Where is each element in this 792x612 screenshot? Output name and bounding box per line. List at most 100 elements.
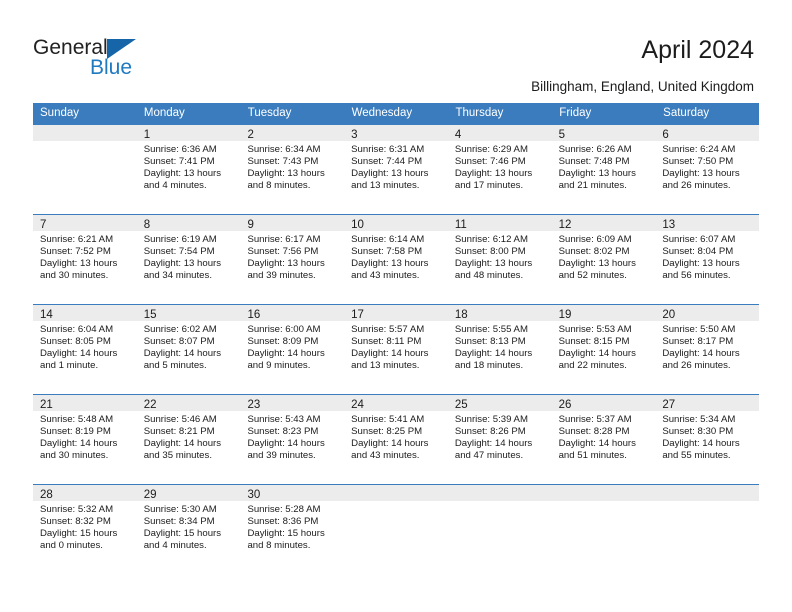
daylight-text-line2: and 35 minutes.: [143, 450, 212, 462]
day-number: 25: [454, 399, 468, 411]
day-number: 15: [143, 309, 157, 321]
daylight-text-line2: and 8 minutes.: [247, 180, 311, 192]
sunrise-text: Sunrise: 6:17 AM: [247, 234, 321, 245]
day-cell[interactable]: 15 Sunrise: 6:02 AM Sunset: 8:07 PM Dayl…: [136, 305, 241, 394]
day-cell[interactable]: 3 Sunrise: 6:31 AM Sunset: 7:44 PM Dayli…: [344, 125, 448, 214]
daylight-text-line2: and 30 minutes.: [40, 450, 109, 462]
daylight-text-line2: and 26 minutes.: [662, 360, 731, 372]
day-number: 8: [143, 219, 151, 231]
sunset-text: Sunset: 7:54 PM: [143, 246, 215, 258]
daylight-text-line1: Daylight: 14 hours: [247, 438, 325, 450]
sunrise-text: Sunrise: 5:39 AM: [454, 414, 528, 425]
sunset-text: Sunset: 8:15 PM: [558, 336, 630, 348]
day-number: 3: [351, 129, 358, 141]
daylight-text-line1: Daylight: 14 hours: [662, 438, 740, 450]
sunrise-text: Sunrise: 5:53 AM: [558, 324, 632, 335]
daylight-text-line2: and 47 minutes.: [454, 450, 524, 462]
sunrise-text: Sunrise: 6:24 AM: [662, 144, 736, 155]
daylight-text-line1: Daylight: 13 hours: [454, 168, 533, 180]
day-cell[interactable]: 17 Sunrise: 5:57 AM Sunset: 8:11 PM Dayl…: [344, 305, 448, 394]
daylight-text-line1: Daylight: 13 hours: [247, 168, 325, 180]
day-cell[interactable]: 5 Sunrise: 6:26 AM Sunset: 7:48 PM Dayli…: [551, 125, 656, 214]
day-number: 23: [247, 399, 261, 411]
daylight-text-line2: and 39 minutes.: [247, 450, 316, 462]
sunrise-text: Sunrise: 6:34 AM: [247, 144, 321, 155]
day-cell[interactable]: 25 Sunrise: 5:39 AM Sunset: 8:26 PM Dayl…: [447, 395, 552, 484]
daylight-text-line2: and 56 minutes.: [662, 270, 731, 282]
day-cell[interactable]: 7 Sunrise: 6:21 AM Sunset: 7:52 PM Dayli…: [33, 215, 137, 304]
daylight-text-line2: and 4 minutes.: [143, 540, 207, 552]
day-cell[interactable]: 4 Sunrise: 6:29 AM Sunset: 7:46 PM Dayli…: [447, 125, 552, 214]
sunset-text: Sunset: 8:32 PM: [40, 516, 111, 528]
daylight-text-line2: and 18 minutes.: [454, 360, 524, 372]
day-cell[interactable]: 6 Sunrise: 6:24 AM Sunset: 7:50 PM Dayli…: [655, 125, 760, 214]
day-cell[interactable]: 20 Sunrise: 5:50 AM Sunset: 8:17 PM Dayl…: [655, 305, 760, 394]
weekday-header-thursday: Thursday: [447, 103, 551, 124]
page-header: General Blue April 2024 Billingham, Engl…: [0, 0, 792, 100]
daylight-text-line2: and 43 minutes.: [351, 450, 420, 462]
day-cell[interactable]: 2 Sunrise: 6:34 AM Sunset: 7:43 PM Dayli…: [240, 125, 345, 214]
day-number: 19: [558, 309, 572, 321]
weekday-header-wednesday: Wednesday: [343, 103, 448, 124]
day-cell[interactable]: 22 Sunrise: 5:46 AM Sunset: 8:21 PM Dayl…: [136, 395, 241, 484]
sunrise-text: Sunrise: 6:14 AM: [351, 234, 425, 245]
day-cell[interactable]: 11 Sunrise: 6:12 AM Sunset: 8:00 PM Dayl…: [447, 215, 552, 304]
sunset-text: Sunset: 8:02 PM: [558, 246, 630, 258]
day-number: 13: [662, 219, 676, 231]
day-cell[interactable]: 18 Sunrise: 5:55 AM Sunset: 8:13 PM Dayl…: [447, 305, 552, 394]
day-number: 18: [454, 309, 468, 321]
daylight-text-line1: Daylight: 13 hours: [454, 258, 533, 270]
weekday-header-tuesday: Tuesday: [239, 103, 344, 124]
daylight-text-line1: Daylight: 13 hours: [351, 258, 429, 270]
day-cell[interactable]: 26 Sunrise: 5:37 AM Sunset: 8:28 PM Dayl…: [551, 395, 656, 484]
weekday-header-row: Sunday Monday Tuesday Wednesday Thursday…: [33, 103, 759, 124]
sunrise-sunset-calendar: Sunday Monday Tuesday Wednesday Thursday…: [33, 103, 760, 574]
day-cell: [655, 485, 760, 574]
daylight-text-line1: Daylight: 14 hours: [558, 438, 636, 450]
day-cell[interactable]: 19 Sunrise: 5:53 AM Sunset: 8:15 PM Dayl…: [551, 305, 656, 394]
sunset-text: Sunset: 7:48 PM: [558, 156, 630, 168]
sunset-text: Sunset: 8:28 PM: [558, 426, 630, 438]
day-cell[interactable]: 13 Sunrise: 6:07 AM Sunset: 8:04 PM Dayl…: [655, 215, 760, 304]
sunrise-text: Sunrise: 6:12 AM: [454, 234, 528, 245]
day-cell: [447, 485, 552, 574]
day-cell[interactable]: 23 Sunrise: 5:43 AM Sunset: 8:23 PM Dayl…: [240, 395, 345, 484]
day-number: 27: [662, 399, 676, 411]
day-number: 6: [662, 129, 669, 141]
day-number: 7: [40, 219, 47, 231]
sunset-text: Sunset: 8:36 PM: [247, 516, 319, 528]
daylight-text-line1: Daylight: 14 hours: [143, 438, 222, 450]
day-cell[interactable]: 8 Sunrise: 6:19 AM Sunset: 7:54 PM Dayli…: [136, 215, 241, 304]
day-cell[interactable]: 10 Sunrise: 6:14 AM Sunset: 7:58 PM Dayl…: [344, 215, 448, 304]
day-cell[interactable]: 16 Sunrise: 6:00 AM Sunset: 8:09 PM Dayl…: [240, 305, 345, 394]
day-cell[interactable]: 30 Sunrise: 5:28 AM Sunset: 8:36 PM Dayl…: [240, 485, 345, 574]
daylight-text-line2: and 52 minutes.: [558, 270, 627, 282]
day-number: 24: [351, 399, 364, 411]
page-title: April 2024: [641, 36, 754, 64]
day-number: 17: [351, 309, 364, 321]
daylight-text-line1: Daylight: 14 hours: [40, 438, 118, 450]
day-number: 12: [558, 219, 572, 231]
daylight-text-line1: Daylight: 13 hours: [40, 258, 118, 270]
sunrise-text: Sunrise: 5:48 AM: [40, 414, 114, 425]
daylight-text-line1: Daylight: 13 hours: [558, 168, 636, 180]
weekday-header-monday: Monday: [135, 103, 240, 124]
sunset-text: Sunset: 8:09 PM: [247, 336, 319, 348]
daylight-text-line1: Daylight: 13 hours: [143, 258, 222, 270]
day-cell[interactable]: 24 Sunrise: 5:41 AM Sunset: 8:25 PM Dayl…: [344, 395, 448, 484]
sunrise-text: Sunrise: 6:21 AM: [40, 234, 114, 245]
day-cell[interactable]: 1 Sunrise: 6:36 AM Sunset: 7:41 PM Dayli…: [136, 125, 241, 214]
day-cell[interactable]: 29 Sunrise: 5:30 AM Sunset: 8:34 PM Dayl…: [136, 485, 241, 574]
day-cell[interactable]: 12 Sunrise: 6:09 AM Sunset: 8:02 PM Dayl…: [551, 215, 656, 304]
day-cell[interactable]: 21 Sunrise: 5:48 AM Sunset: 8:19 PM Dayl…: [33, 395, 137, 484]
day-cell[interactable]: 27 Sunrise: 5:34 AM Sunset: 8:30 PM Dayl…: [655, 395, 760, 484]
sunset-text: Sunset: 8:13 PM: [454, 336, 526, 348]
sunset-text: Sunset: 7:44 PM: [351, 156, 423, 168]
weekday-header-friday: Friday: [551, 103, 655, 124]
day-cell[interactable]: 28 Sunrise: 5:32 AM Sunset: 8:32 PM Dayl…: [33, 485, 137, 574]
day-number: 5: [558, 129, 565, 141]
day-cell[interactable]: 9 Sunrise: 6:17 AM Sunset: 7:56 PM Dayli…: [240, 215, 345, 304]
general-blue-logo: General Blue: [33, 36, 233, 86]
day-cell[interactable]: 14 Sunrise: 6:04 AM Sunset: 8:05 PM Dayl…: [33, 305, 137, 394]
sunset-text: Sunset: 8:23 PM: [247, 426, 319, 438]
